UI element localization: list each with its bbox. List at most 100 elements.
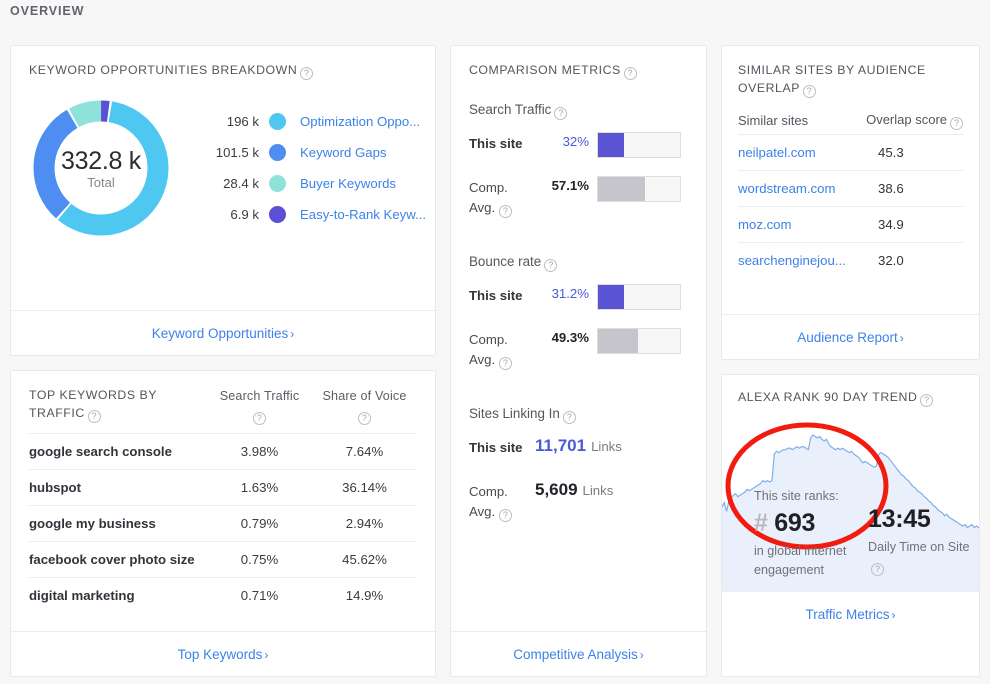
help-icon[interactable]: ? <box>87 409 101 423</box>
similar-site-name[interactable]: wordstream.com <box>738 181 878 196</box>
legend-label[interactable]: Easy-to-Rank Keyw... <box>300 207 426 222</box>
help-icon[interactable]: ? <box>920 394 934 407</box>
rank-number: 693 <box>774 509 816 538</box>
similar-site-name[interactable]: neilpatel.com <box>738 145 878 160</box>
comparison-metrics-body: COMPARISON METRICS? Search Traffic? This… <box>451 46 706 631</box>
links-row-comp-avg: Comp. Avg. ? 5,609 Links <box>469 480 688 524</box>
links-row-label: Comp. Avg. ? <box>469 480 535 522</box>
keyword-search-traffic: 0.79% <box>240 515 279 531</box>
left-column: KEYWORD OPPORTUNITIES BREAKDOWN? 332.8 k… <box>10 45 436 677</box>
dashboard-grid: KEYWORD OPPORTUNITIES BREAKDOWN? 332.8 k… <box>10 45 980 677</box>
list-item[interactable]: neilpatel.com 45.3 <box>738 133 963 170</box>
top-keywords-header-row: TOP KEYWORDS BY TRAFFIC? Search Traffic?… <box>29 387 417 433</box>
table-row[interactable]: hubspot 1.63% 36.14% <box>29 468 417 505</box>
list-item[interactable]: wordstream.com 38.6 <box>738 169 963 206</box>
list-item[interactable]: moz.com 34.9 <box>738 205 963 242</box>
column-header-share-of-voice: Share of Voice? <box>312 387 417 425</box>
links-row-unit: Links <box>591 439 622 454</box>
metric-group-label: Search Traffic? <box>469 102 688 120</box>
top-keywords-footer: Top Keywords › <box>11 631 435 676</box>
daily-time-value: 13:45 <box>868 505 931 534</box>
metric-bar-fill <box>598 329 639 353</box>
alexa-rank-title-text: ALEXA RANK 90 DAY TREND <box>738 390 918 404</box>
help-icon[interactable]: ? <box>300 67 314 80</box>
metric-group-bounce-rate: Bounce rate? This site 31.2% Comp. Avg. … <box>469 254 688 372</box>
keyword-name: digital marketing <box>29 587 135 603</box>
help-icon[interactable]: ? <box>554 107 568 120</box>
table-row[interactable]: digital marketing 0.71% 14.9% <box>29 576 417 613</box>
metric-group-search-traffic: Search Traffic? This site 32% Comp. Avg.… <box>469 102 688 220</box>
table-row[interactable]: google search console 3.98% 7.64% <box>29 432 417 469</box>
metric-row-value: 32% <box>562 134 589 149</box>
links-row-value: 5,609 <box>535 480 578 499</box>
legend-value: 28.4 k <box>223 176 259 191</box>
metric-bar-fill <box>598 177 645 201</box>
metric-group-label-text: Sites Linking In <box>469 406 560 421</box>
keyword-opportunities-link[interactable]: Keyword Opportunities › <box>152 326 295 341</box>
help-icon[interactable]: ? <box>871 562 884 576</box>
help-icon[interactable]: ? <box>950 116 963 130</box>
comparison-metrics-footer: Competitive Analysis › <box>451 631 706 676</box>
page-title: OVERVIEW <box>10 4 85 18</box>
comparison-metrics-card: COMPARISON METRICS? Search Traffic? This… <box>450 45 707 677</box>
chevron-right-icon: › <box>264 647 269 662</box>
global-rank-stat: This site ranks: # 693 in global interne… <box>754 487 868 579</box>
column-header-overlap-score: Overlap score? <box>866 112 963 130</box>
metric-row-label: Comp. Avg. ? <box>469 176 535 218</box>
help-icon[interactable]: ? <box>498 204 512 218</box>
similar-site-score: 38.6 <box>878 180 904 196</box>
legend-color-dot <box>269 175 286 192</box>
list-item[interactable]: searchenginejou... 32.0 <box>738 241 963 278</box>
help-icon[interactable]: ? <box>623 67 637 80</box>
help-icon[interactable]: ? <box>498 508 512 522</box>
alexa-rank-stats: This site ranks: # 693 in global interne… <box>754 487 979 579</box>
metric-row-value: 49.3% <box>551 330 589 345</box>
help-icon[interactable]: ? <box>358 411 371 425</box>
middle-column: COMPARISON METRICS? Search Traffic? This… <box>450 45 707 677</box>
chevron-right-icon: › <box>290 326 295 341</box>
similar-site-score: 34.9 <box>878 216 904 232</box>
metric-row-value: 31.2% <box>551 286 589 301</box>
keyword-name: facebook cover photo size <box>29 551 195 567</box>
legend-label[interactable]: Optimization Oppo... <box>300 114 420 129</box>
legend-item: 101.5 k Keyword Gaps <box>197 137 426 168</box>
legend-label[interactable]: Buyer Keywords <box>300 176 396 191</box>
traffic-metrics-link[interactable]: Traffic Metrics › <box>805 607 895 622</box>
chevron-right-icon: › <box>891 607 896 622</box>
keyword-opportunities-footer: Keyword Opportunities › <box>11 310 435 355</box>
help-icon[interactable]: ? <box>802 84 816 98</box>
table-row[interactable]: google my business 0.79% 2.94% <box>29 504 417 541</box>
links-row-unit: Links <box>582 483 614 498</box>
audience-report-link[interactable]: Audience Report › <box>797 330 904 345</box>
alexa-rank-footer: Traffic Metrics › <box>722 591 979 636</box>
help-icon[interactable]: ? <box>544 259 558 272</box>
chevron-right-icon: › <box>639 647 644 662</box>
alexa-rank-body: ALEXA RANK 90 DAY TREND? This site ranks… <box>722 375 979 591</box>
donut-legend: 196 k Optimization Oppo... 101.5 k Keywo… <box>197 106 426 230</box>
rank-subtitle: in global internet engagement <box>754 544 847 577</box>
competitive-analysis-link[interactable]: Competitive Analysis › <box>513 647 644 662</box>
table-row[interactable]: facebook cover photo size 0.75% 45.62% <box>29 540 417 577</box>
column-header-search-traffic: Search Traffic? <box>207 387 312 425</box>
similar-site-name[interactable]: moz.com <box>738 217 878 232</box>
metric-row-comp-avg: Comp. Avg. ? 49.3% <box>469 328 688 372</box>
traffic-metrics-link-label: Traffic Metrics <box>805 606 890 622</box>
metric-bar <box>597 284 681 310</box>
donut-center: 332.8 k Total <box>29 96 173 240</box>
legend-label[interactable]: Keyword Gaps <box>300 145 387 160</box>
help-icon[interactable]: ? <box>498 356 512 370</box>
metric-bar-fill <box>598 285 624 309</box>
keyword-search-traffic: 1.63% <box>240 479 279 495</box>
help-icon[interactable]: ? <box>253 411 266 425</box>
rank-caption: This site ranks: <box>754 489 839 503</box>
metric-row-label: This site <box>469 136 523 151</box>
links-row-this-site: This site 11,701 Links <box>469 436 688 480</box>
help-icon[interactable]: ? <box>562 411 576 424</box>
keyword-share-of-voice: 36.14% <box>342 479 387 495</box>
top-keywords-link[interactable]: Top Keywords › <box>178 647 269 662</box>
competitive-analysis-link-label: Competitive Analysis <box>513 646 638 662</box>
comparison-metrics-title-text: COMPARISON METRICS <box>469 63 621 77</box>
legend-value: 101.5 k <box>215 145 259 160</box>
similar-site-name[interactable]: searchenginejou... <box>738 253 878 268</box>
similar-site-score: 32.0 <box>878 252 904 268</box>
